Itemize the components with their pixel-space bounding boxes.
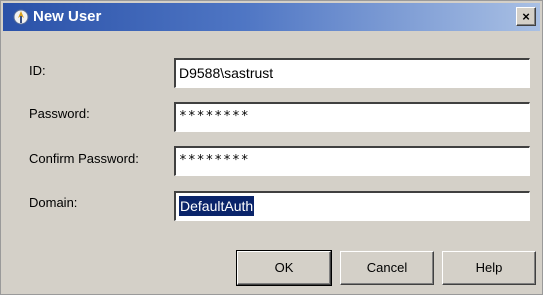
- id-label: ID:: [29, 63, 46, 78]
- close-icon: ×: [522, 9, 530, 24]
- password-field[interactable]: ********: [174, 102, 530, 132]
- title-bar[interactable]: New User ×: [3, 3, 540, 31]
- domain-value: DefaultAuth: [179, 196, 255, 216]
- password-label: Password:: [29, 106, 90, 121]
- ok-button[interactable]: OK: [236, 250, 332, 286]
- cancel-button[interactable]: Cancel: [340, 251, 434, 285]
- confirm-password-value: ********: [179, 153, 250, 168]
- dialog-title: New User: [33, 8, 102, 25]
- id-value: D9588\sastrust: [179, 65, 274, 81]
- close-button[interactable]: ×: [516, 7, 536, 26]
- domain-field[interactable]: DefaultAuth: [174, 191, 530, 221]
- confirm-password-field[interactable]: ********: [174, 146, 530, 176]
- id-field[interactable]: D9588\sastrust: [174, 58, 530, 88]
- domain-label: Domain:: [29, 195, 78, 210]
- sas-user-icon: [13, 9, 29, 25]
- help-button[interactable]: Help: [442, 251, 536, 285]
- confirm-password-label: Confirm Password:: [29, 151, 139, 166]
- new-user-dialog: New User × ID: D9588\sastrust Password: …: [0, 0, 543, 295]
- password-value: ********: [179, 109, 250, 124]
